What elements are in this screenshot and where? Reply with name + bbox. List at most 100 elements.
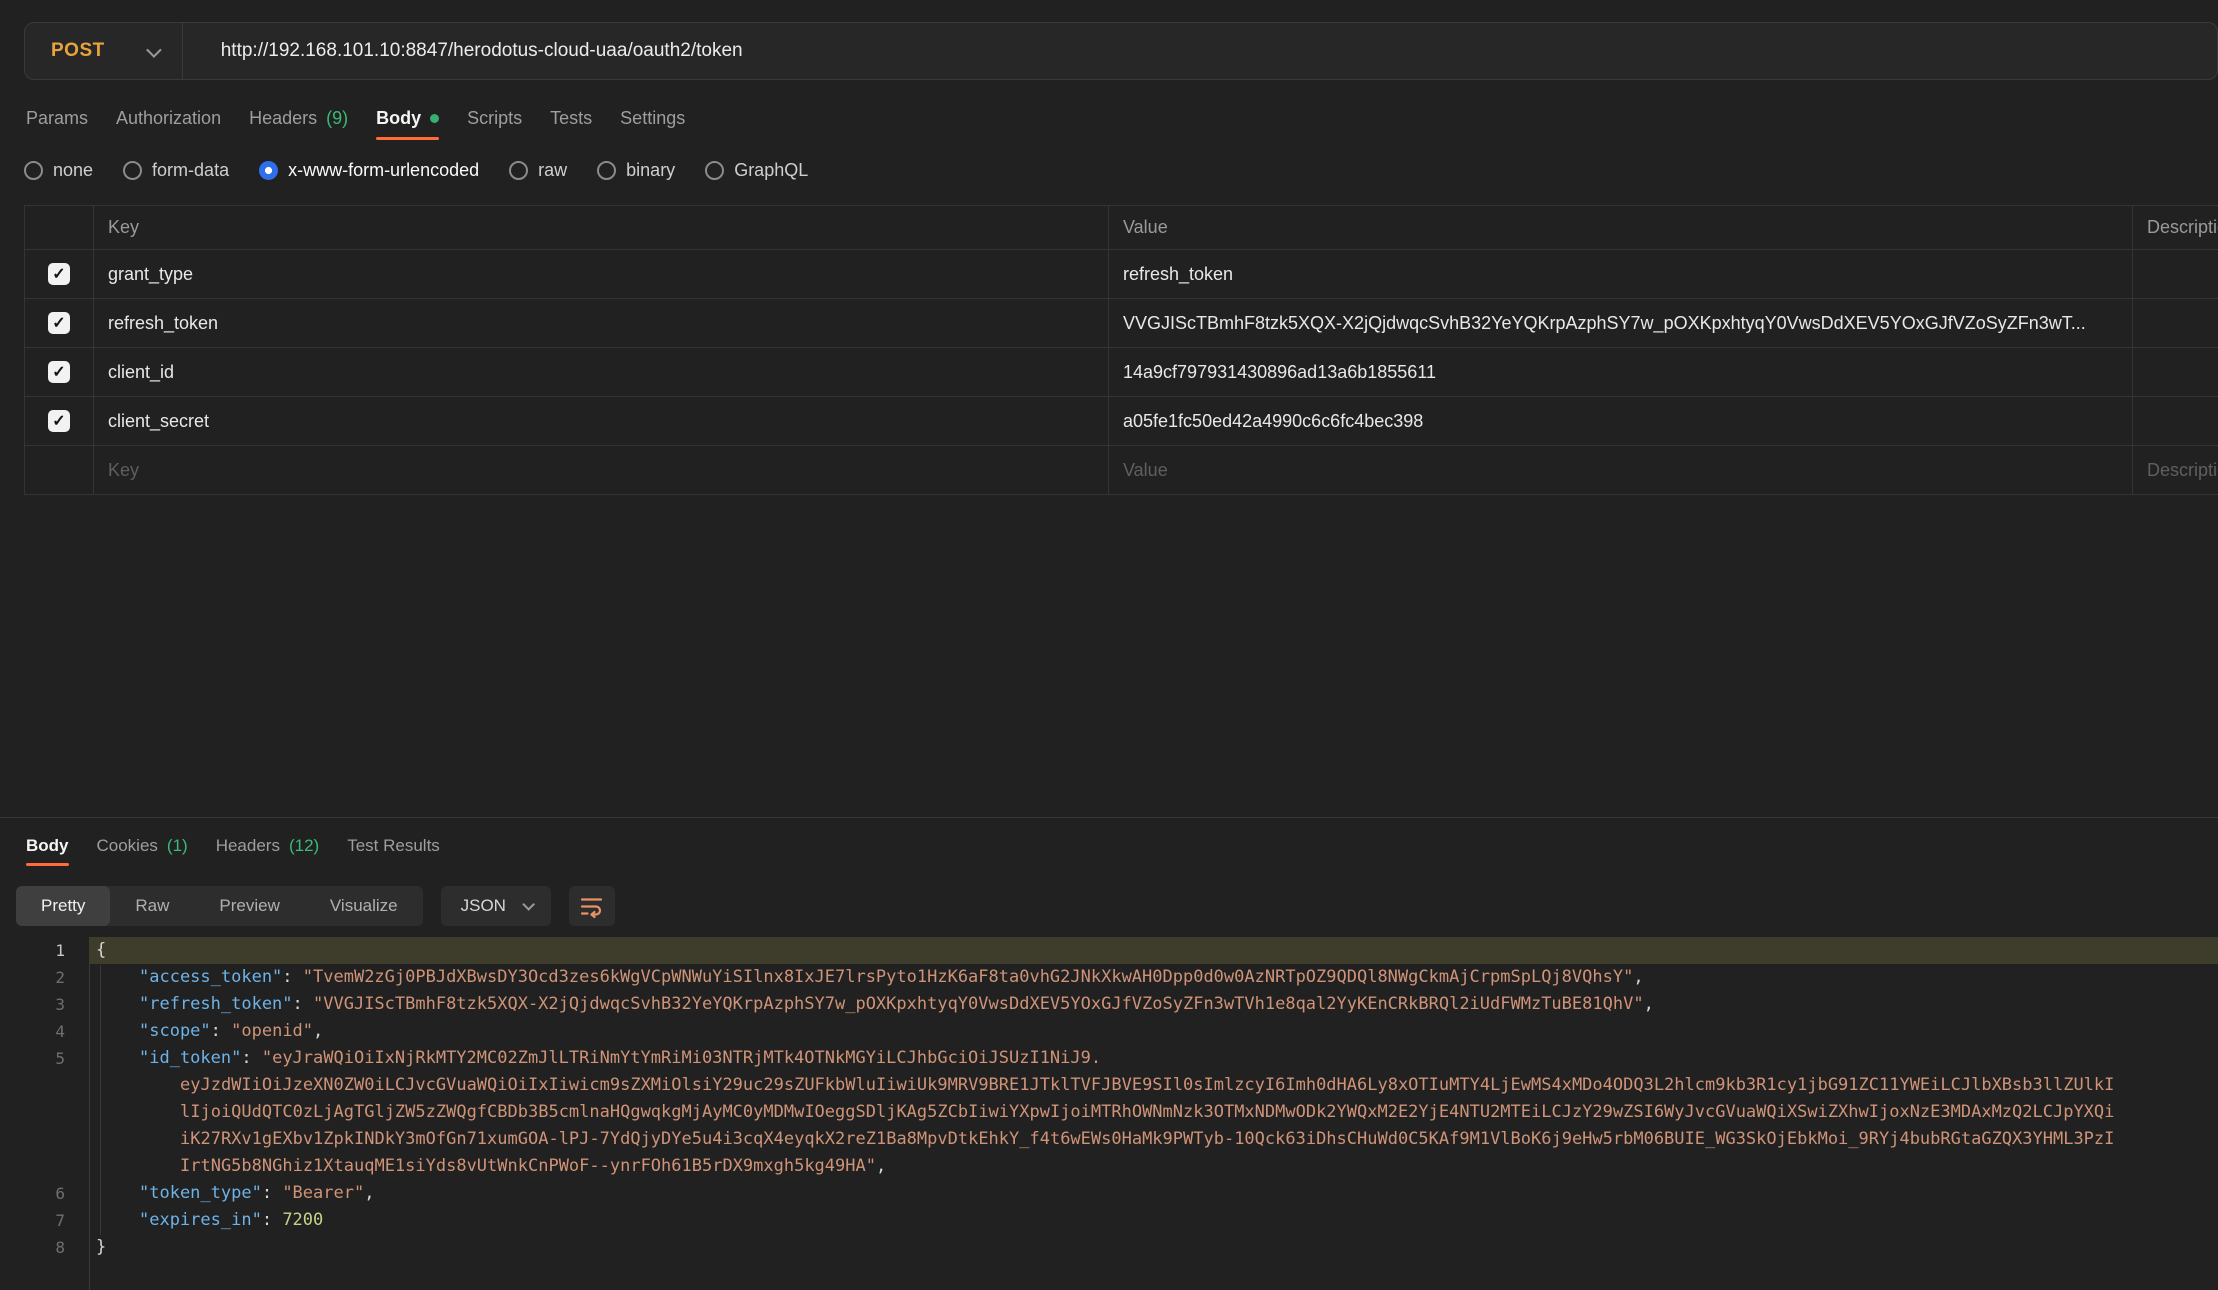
wrap-text-button[interactable] bbox=[569, 886, 615, 926]
request-tab-settings[interactable]: Settings bbox=[610, 96, 695, 140]
view-tab-preview[interactable]: Preview bbox=[194, 886, 304, 926]
code-token-p: , bbox=[876, 1156, 886, 1176]
code-token-p: , bbox=[1644, 994, 1654, 1014]
param-key-cell[interactable]: grant_type bbox=[93, 250, 1108, 299]
code-token-p: : bbox=[262, 1183, 282, 1203]
request-tab-label: Headers bbox=[249, 108, 317, 129]
radio-x-www-form-urlencoded[interactable]: x-www-form-urlencoded bbox=[259, 160, 479, 181]
method-select[interactable]: POST bbox=[25, 23, 158, 79]
radio-raw[interactable]: raw bbox=[509, 160, 567, 181]
request-tab-params[interactable]: Params bbox=[16, 96, 98, 140]
response-tab-label: Cookies bbox=[97, 836, 158, 856]
code-token-s: "openid" bbox=[231, 1021, 313, 1041]
checkbox-checked-icon[interactable]: ✓ bbox=[48, 410, 70, 432]
param-description-cell[interactable] bbox=[2132, 348, 2218, 397]
param-key-cell[interactable]: client_secret bbox=[93, 397, 1108, 446]
param-description-input-placeholder[interactable]: Description bbox=[2132, 446, 2218, 495]
view-tab-visualize[interactable]: Visualize bbox=[305, 886, 423, 926]
code-token-s: "Bearer" bbox=[282, 1183, 364, 1203]
request-tab-label: Settings bbox=[620, 108, 685, 129]
url-input[interactable]: http://192.168.101.10:8847/herodotus-clo… bbox=[221, 40, 743, 62]
code-token-s: "eyJraWQiOiIxNjRkMTY2MC02ZmJlLTRiNmYtYmR… bbox=[262, 1048, 1101, 1068]
line-number: 7 bbox=[0, 1207, 89, 1234]
line-number: 8 bbox=[0, 1234, 89, 1261]
row-select-cell bbox=[25, 446, 93, 495]
request-tab-tests[interactable]: Tests bbox=[540, 96, 602, 140]
code-token-k: "id_token" bbox=[139, 1048, 241, 1068]
request-tab-authorization[interactable]: Authorization bbox=[106, 96, 231, 140]
request-tab-body[interactable]: Body bbox=[366, 96, 449, 140]
radio-graphql[interactable]: GraphQL bbox=[705, 160, 808, 181]
view-tab-pretty[interactable]: Pretty bbox=[16, 886, 110, 926]
code-line: IrtNG5b8NGhiz1XtauqME1siYds8vUtWnkCnPWoF… bbox=[0, 1153, 2218, 1180]
response-tab-count-badge: (1) bbox=[167, 836, 188, 856]
code-token-p: : bbox=[293, 994, 313, 1014]
param-key-cell[interactable]: client_id bbox=[93, 348, 1108, 397]
request-tab-headers[interactable]: Headers (9) bbox=[239, 96, 358, 140]
body-mode-radios: none form-data x-www-form-urlencoded raw bin… bbox=[24, 152, 808, 188]
param-key-cell[interactable]: refresh_token bbox=[93, 299, 1108, 348]
code-line-text: "id_token": "eyJraWQiOiIxNjRkMTY2MC02ZmJ… bbox=[89, 1045, 2218, 1072]
view-tab-raw[interactable]: Raw bbox=[110, 886, 194, 926]
response-tab-headers[interactable]: Headers(12) bbox=[206, 826, 330, 866]
code-token-s: lIjoiQUdQTC0zLjAgTGljZW5zZWQgfCBDb3B5cml… bbox=[180, 1102, 2114, 1122]
param-description-cell[interactable] bbox=[2132, 299, 2218, 348]
param-value-cell[interactable]: VVGJIScTBmhF8tzk5XQX-X2jQjdwqcSvhB32YeYQ… bbox=[1108, 299, 2132, 348]
code-line-text: lIjoiQUdQTC0zLjAgTGljZW5zZWQgfCBDb3B5cml… bbox=[89, 1099, 2218, 1126]
request-tab-count-badge: (9) bbox=[326, 108, 348, 129]
radio-none[interactable]: none bbox=[24, 160, 93, 181]
code-token-k: "scope" bbox=[139, 1021, 211, 1041]
checkbox-checked-icon[interactable]: ✓ bbox=[48, 361, 70, 383]
code-line-text: iK27RXv1gEXbv1ZpkINDkY3mOfGn71xumGOA-lPJ… bbox=[89, 1126, 2218, 1153]
code-line: 4"scope": "openid", bbox=[0, 1018, 2218, 1045]
param-value-cell[interactable]: a05fe1fc50ed42a4990c6c6fc4bec398 bbox=[1108, 397, 2132, 446]
response-tab-cookies[interactable]: Cookies (1) bbox=[87, 826, 198, 866]
column-header-key: Key bbox=[93, 206, 1108, 250]
radio-label: raw bbox=[538, 160, 567, 181]
row-select-cell: ✓ bbox=[25, 299, 93, 348]
param-description-cell[interactable] bbox=[2132, 397, 2218, 446]
language-select-label: JSON bbox=[461, 896, 506, 916]
param-value-input-placeholder[interactable]: Value bbox=[1108, 446, 2132, 495]
line-number: 2 bbox=[0, 964, 89, 991]
param-key-input-placeholder[interactable]: Key bbox=[93, 446, 1108, 495]
param-value-cell[interactable]: 14a9cf797931430896ad13a6b1855611 bbox=[1108, 348, 2132, 397]
column-header-value: Value bbox=[1108, 206, 2132, 250]
code-line-text: "scope": "openid", bbox=[89, 1018, 2218, 1045]
response-tab-count-badge: (12) bbox=[289, 836, 319, 856]
code-token-p: { bbox=[96, 940, 106, 960]
param-value-cell[interactable]: refresh_token bbox=[1108, 250, 2132, 299]
code-line-text: eyJzdWIiOiJzeXN0ZW0iLCJvcGVuaWQiOiIxIiwi… bbox=[89, 1072, 2218, 1099]
code-line: 2"access_token": "TvemW2zGj0PBJdXBwsDY3O… bbox=[0, 964, 2218, 991]
code-line-text: IrtNG5b8NGhiz1XtauqME1siYds8vUtWnkCnPWoF… bbox=[89, 1153, 2218, 1180]
param-description-cell[interactable] bbox=[2132, 250, 2218, 299]
url-bar-divider bbox=[182, 23, 183, 79]
checkbox-checked-icon[interactable]: ✓ bbox=[48, 263, 70, 285]
response-tab-test-results[interactable]: Test Results bbox=[337, 826, 450, 866]
code-token-p: , bbox=[313, 1021, 323, 1041]
radio-button-icon bbox=[123, 161, 142, 180]
chevron-down-icon bbox=[522, 898, 535, 911]
response-tab-body[interactable]: Body bbox=[16, 826, 79, 866]
code-token-s: IrtNG5b8NGhiz1XtauqME1siYds8vUtWnkCnPWoF… bbox=[180, 1156, 876, 1176]
line-number: 3 bbox=[0, 991, 89, 1018]
line-number: 1 bbox=[0, 937, 89, 964]
line-number bbox=[0, 1072, 89, 1099]
response-toolbar: PrettyRawPreviewVisualize JSON bbox=[16, 886, 615, 926]
radio-form-data[interactable]: form-data bbox=[123, 160, 229, 181]
code-line: lIjoiQUdQTC0zLjAgTGljZW5zZWQgfCBDb3B5cml… bbox=[0, 1099, 2218, 1126]
code-token-k: "access_token" bbox=[139, 967, 282, 987]
radio-label: GraphQL bbox=[734, 160, 808, 181]
line-number: 4 bbox=[0, 1018, 89, 1045]
checkbox-checked-icon[interactable]: ✓ bbox=[48, 312, 70, 334]
language-select[interactable]: JSON bbox=[441, 886, 551, 926]
request-tab-scripts[interactable]: Scripts bbox=[457, 96, 532, 140]
request-tab-label: Body bbox=[376, 108, 421, 129]
radio-binary[interactable]: binary bbox=[597, 160, 675, 181]
radio-button-icon bbox=[597, 161, 616, 180]
request-tab-label: Scripts bbox=[467, 108, 522, 129]
code-token-k: "refresh_token" bbox=[139, 994, 293, 1014]
response-body-code[interactable]: 1{2"access_token": "TvemW2zGj0PBJdXBwsDY… bbox=[0, 937, 2218, 1290]
line-number: 6 bbox=[0, 1180, 89, 1207]
code-line: 5"id_token": "eyJraWQiOiIxNjRkMTY2MC02Zm… bbox=[0, 1045, 2218, 1072]
